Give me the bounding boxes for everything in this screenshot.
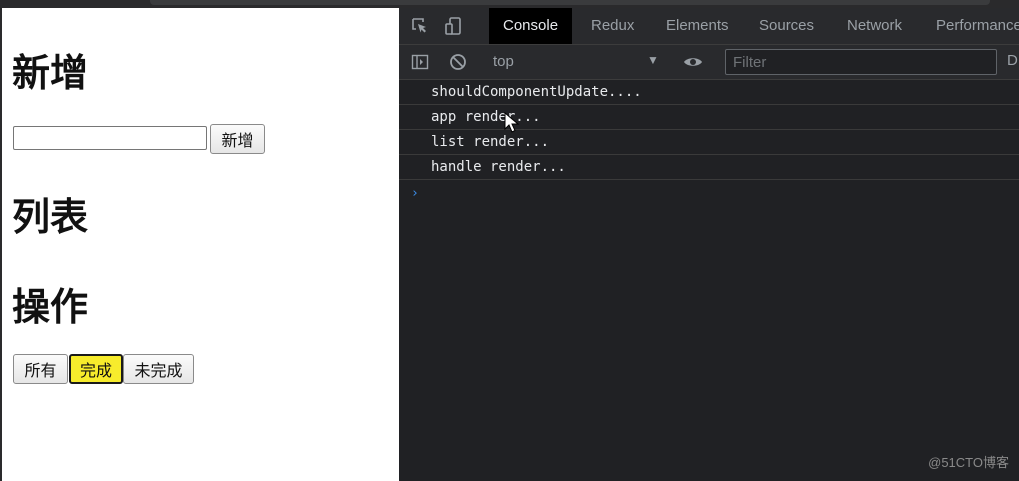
mouse-cursor-icon [504, 112, 520, 133]
console-log-text: app render... [431, 109, 541, 125]
console-log-text: list render... [431, 134, 550, 150]
clear-console-icon[interactable] [449, 53, 467, 71]
operation-heading: 操作 [12, 285, 89, 329]
console-log-text: shouldComponentUpdate.... [431, 84, 642, 100]
filter-undone-button[interactable]: 未完成 [123, 354, 194, 384]
devtools-tabbar: Console Redux Elements Sources Network P… [399, 8, 1019, 45]
tab-sources[interactable]: Sources [745, 8, 828, 44]
tab-redux[interactable]: Redux [577, 8, 648, 44]
browser-top-strip [0, 0, 1019, 8]
add-heading: 新增 [12, 51, 89, 95]
filter-input[interactable]: Filter [725, 49, 997, 75]
live-expression-eye-icon[interactable] [683, 53, 702, 71]
console-log-text: handle render... [431, 159, 566, 175]
console-log-row: list render... [399, 130, 1019, 155]
context-dropdown-icon[interactable]: ▼ [647, 53, 659, 67]
console-prompt[interactable]: › [411, 186, 419, 201]
log-levels-dropdown[interactable]: D [1007, 52, 1018, 69]
console-log-row: handle render... [399, 155, 1019, 180]
app-page: 新增 新增 列表 操作 所有 完成 未完成 [0, 8, 399, 481]
console-log-row: shouldComponentUpdate.... [399, 80, 1019, 105]
add-button[interactable]: 新增 [210, 124, 265, 154]
tab-performance[interactable]: Performance [922, 8, 1019, 44]
list-heading: 列表 [12, 195, 89, 239]
tab-console[interactable]: Console [489, 8, 573, 44]
watermark: @51CTO博客 [928, 455, 1009, 470]
console-output: shouldComponentUpdate.... app render... … [399, 80, 1019, 180]
show-sidebar-icon[interactable] [411, 53, 429, 71]
device-toolbar-icon[interactable] [445, 17, 463, 35]
console-log-row: app render... [399, 105, 1019, 130]
tab-strip [150, 0, 990, 5]
inspect-element-icon[interactable] [411, 17, 429, 35]
tab-elements[interactable]: Elements [652, 8, 743, 44]
filter-done-button[interactable]: 完成 [69, 354, 123, 384]
tab-network[interactable]: Network [833, 8, 916, 44]
add-input[interactable] [13, 126, 207, 150]
filter-placeholder: Filter [733, 54, 767, 71]
filter-all-button[interactable]: 所有 [13, 354, 68, 384]
context-selector[interactable]: top [493, 53, 514, 70]
devtools-panel: Console Redux Elements Sources Network P… [399, 8, 1019, 481]
console-toolbar: top ▼ Filter D [399, 45, 1019, 80]
